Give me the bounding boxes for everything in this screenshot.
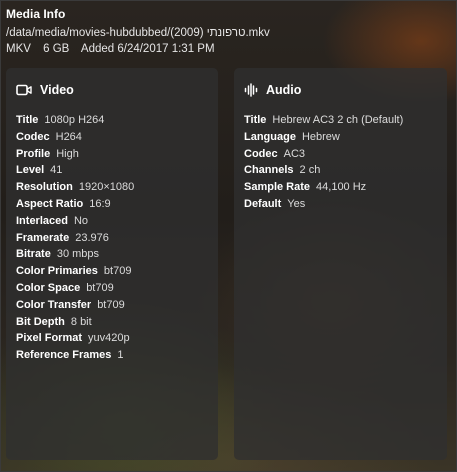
property-value: H264	[55, 130, 82, 143]
property-value: 8 bit	[70, 315, 92, 328]
video-property-row: Aspect Ratio 16:9	[16, 196, 208, 213]
video-heading: Video	[40, 83, 74, 97]
video-property-row: Color Transfer bt709	[16, 297, 208, 314]
video-property-row: Interlaced No	[16, 213, 208, 230]
audio-stream-panel: Audio Title Hebrew AC3 2 ch (Default) Lan…	[234, 68, 447, 460]
video-property-row: Bit Depth 8 bit	[16, 314, 208, 331]
container-format: MKV	[6, 43, 31, 55]
property-label: Color Transfer	[16, 298, 92, 311]
property-value: 1	[117, 349, 124, 362]
video-icon	[16, 83, 32, 97]
video-property-row: Color Primaries bt709	[16, 263, 208, 280]
property-label: Pixel Format	[16, 332, 83, 345]
property-value: 1920×1080	[78, 181, 135, 194]
audio-properties: Title Hebrew AC3 2 ch (Default) Language H…	[244, 112, 437, 213]
property-label: Bit Depth	[16, 315, 65, 328]
property-label: Bitrate	[16, 248, 51, 261]
property-label: Reference Frames	[16, 349, 112, 362]
property-value: 30 mbps	[56, 248, 100, 261]
property-value: Yes	[287, 197, 306, 210]
video-property-row: Reference Frames 1	[16, 347, 208, 364]
property-label: Interlaced	[16, 214, 68, 227]
property-value: 1080p H264	[44, 114, 105, 126]
audio-heading: Audio	[266, 83, 302, 97]
property-label: Profile	[16, 147, 51, 160]
video-property-row: Codec H264	[16, 129, 208, 146]
audio-property-row: Title Hebrew AC3 2 ch (Default)	[244, 112, 437, 129]
audio-property-row: Language Hebrew	[244, 129, 437, 146]
property-label: Sample Rate	[244, 181, 311, 194]
file-meta: MKV 6 GB Added 6/24/2017 1:31 PM	[6, 41, 451, 57]
dialog-title: Media Info	[6, 7, 66, 21]
property-label: Language	[244, 130, 296, 143]
audio-panel-header: Audio	[244, 82, 437, 98]
audio-property-row: Default Yes	[244, 196, 437, 213]
video-property-row: Color Space bt709	[16, 280, 208, 297]
video-property-row: Resolution 1920×1080	[16, 179, 208, 196]
audio-property-row: Channels 2 ch	[244, 162, 437, 179]
property-value: Hebrew	[301, 130, 340, 143]
property-value: 44,100 Hz	[316, 181, 367, 194]
property-label: Codec	[16, 130, 50, 143]
audio-property-row: Codec AC3	[244, 146, 437, 163]
property-value: High	[56, 147, 79, 160]
file-path: /data/media/movies-hubdubbed/(2009) טרפו…	[6, 27, 270, 39]
property-value: Hebrew AC3 2 ch (Default)	[272, 114, 404, 126]
video-stream-panel: Video Title 1080p H264 Codec H264 Profile H…	[6, 68, 218, 460]
property-label: Default	[244, 197, 282, 210]
video-property-row: Framerate 23.976	[16, 230, 208, 247]
property-value: AC3	[283, 147, 306, 160]
property-label: Level	[16, 164, 45, 177]
property-value: bt709	[103, 265, 132, 278]
video-property-row: Pixel Format yuv420p	[16, 330, 208, 347]
property-value: No	[73, 214, 89, 227]
media-info-header: Media Info /data/media/movies-hubdubbed/…	[6, 7, 451, 57]
file-size: 6 GB	[43, 43, 70, 55]
property-label: Title	[16, 114, 39, 126]
property-value: 23.976	[75, 231, 109, 244]
property-label: Aspect Ratio	[16, 197, 84, 210]
audio-waveform-icon	[244, 83, 258, 97]
property-label: Color Primaries	[16, 265, 98, 278]
property-label: Color Space	[16, 281, 81, 294]
property-label: Codec	[244, 147, 278, 160]
property-value: 16:9	[89, 197, 111, 210]
property-value: yuv420p	[88, 332, 130, 345]
property-label: Framerate	[16, 231, 70, 244]
video-property-row: Profile High	[16, 146, 208, 163]
video-property-row: Level 41	[16, 162, 208, 179]
property-value: 41	[50, 164, 63, 177]
property-label: Resolution	[16, 181, 73, 194]
video-properties: Title 1080p H264 Codec H264 Profile High Le…	[16, 112, 208, 364]
video-panel-header: Video	[16, 82, 208, 98]
property-value: 2 ch	[299, 164, 321, 177]
media-info-dialog: Media Info /data/media/movies-hubdubbed/…	[0, 0, 457, 472]
property-value: bt709	[86, 281, 114, 294]
audio-property-row: Sample Rate 44,100 Hz	[244, 179, 437, 196]
property-value: bt709	[97, 298, 125, 311]
property-label: Title	[244, 114, 267, 126]
date-added: Added 6/24/2017 1:31 PM	[80, 43, 215, 55]
property-label: Channels	[244, 164, 294, 177]
video-property-row: Title 1080p H264	[16, 112, 208, 129]
video-property-row: Bitrate 30 mbps	[16, 246, 208, 263]
